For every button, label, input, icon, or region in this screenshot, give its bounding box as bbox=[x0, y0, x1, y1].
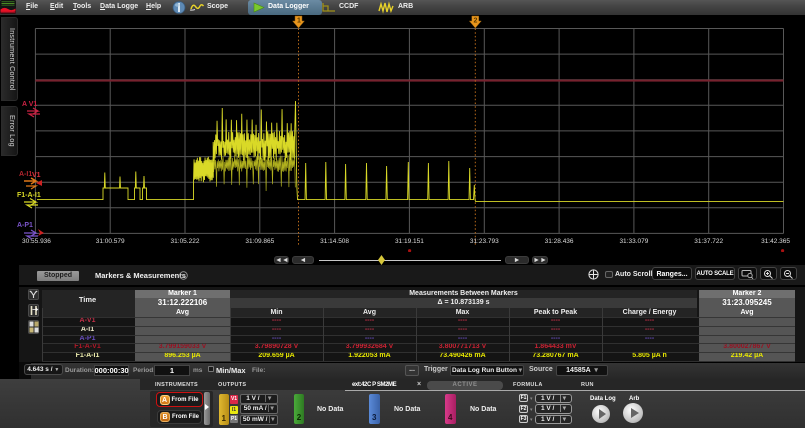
svg-text:1: 1 bbox=[297, 18, 301, 25]
svg-text:F1-A-I1: F1-A-I1 bbox=[17, 192, 41, 199]
svg-text:31:14.508: 31:14.508 bbox=[320, 238, 349, 245]
svg-text:31:28.436: 31:28.436 bbox=[545, 238, 574, 245]
svg-text:A V1: A V1 bbox=[22, 101, 37, 108]
svg-text:2: 2 bbox=[474, 18, 478, 25]
svg-text:31:37.722: 31:37.722 bbox=[694, 238, 723, 245]
svg-text:31:05.222: 31:05.222 bbox=[171, 238, 200, 245]
svg-text:31:42.365: 31:42.365 bbox=[761, 238, 790, 245]
svg-text:31:23.793: 31:23.793 bbox=[470, 238, 499, 245]
svg-text:31:19.151: 31:19.151 bbox=[395, 238, 424, 245]
svg-text:31:09.865: 31:09.865 bbox=[245, 238, 274, 245]
svg-text:V1: V1 bbox=[32, 172, 41, 179]
svg-text:A-I1: A-I1 bbox=[19, 171, 32, 178]
svg-text:A-P1: A-P1 bbox=[17, 222, 33, 229]
svg-text:31:00.579: 31:00.579 bbox=[96, 238, 125, 245]
svg-text:31:33.079: 31:33.079 bbox=[619, 238, 648, 245]
svg-text:30:55.936: 30:55.936 bbox=[22, 238, 51, 245]
